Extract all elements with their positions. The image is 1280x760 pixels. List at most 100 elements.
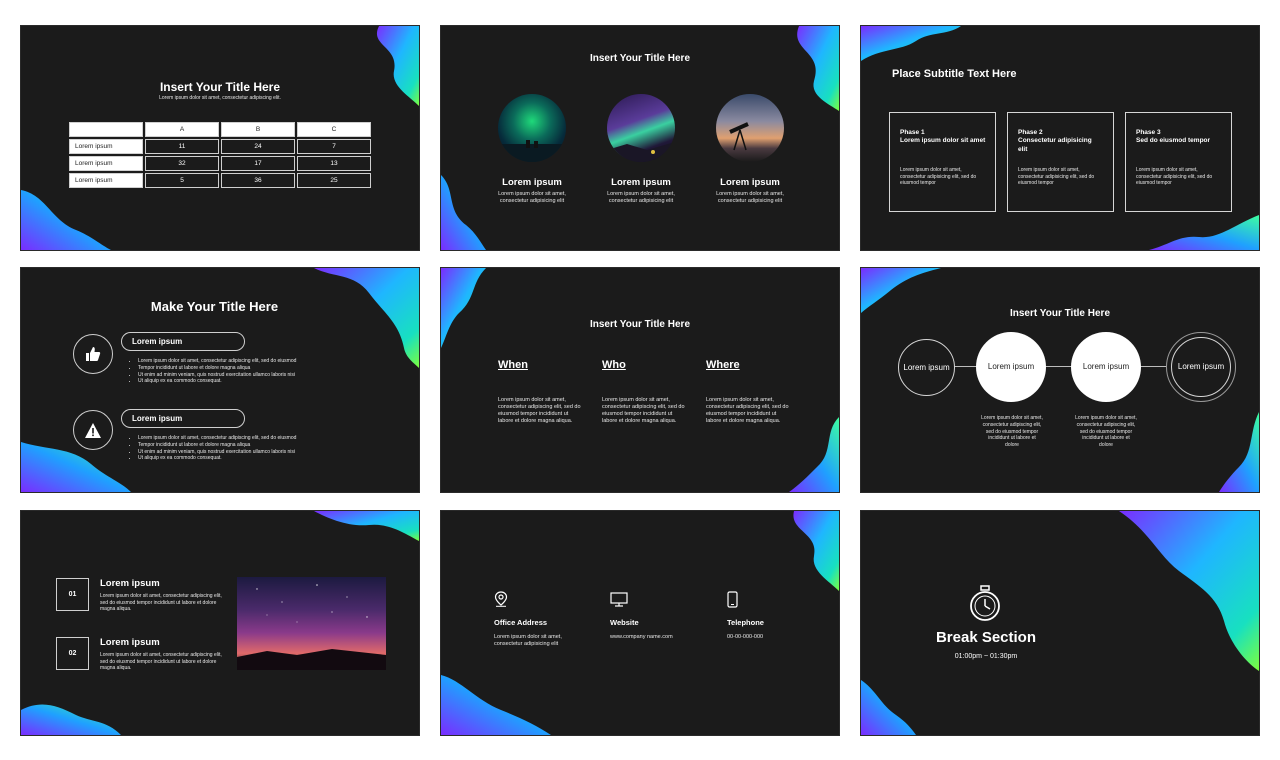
slide-phases[interactable]: Place Subtitle Text Here Phase 1 Lorem i…	[860, 25, 1260, 251]
phase-heading: Consectetur adipisicing elit	[1018, 137, 1092, 153]
table-row: Lorem ipsum 5 36 25	[69, 173, 371, 188]
phase-card	[1007, 112, 1114, 212]
wave-decoration	[861, 26, 961, 61]
slide-break-section[interactable]: Break Section 01:00pm ~ 01:30pm	[860, 510, 1260, 736]
phase-card	[889, 112, 996, 212]
table-cell: 32	[145, 156, 219, 171]
phase-heading: Lorem ipsum dolor sit amet	[900, 137, 986, 144]
card-heading: Lorem ipsum	[611, 177, 671, 188]
card-text: Lorem ipsum dolor sit amet, consectetur …	[716, 191, 784, 204]
wave-decoration	[861, 268, 941, 313]
slide-icon-list[interactable]: Make Your Title Here Lorem ipsum Lorem i…	[20, 267, 420, 493]
item-heading: Lorem ipsum	[100, 637, 160, 648]
slide-title: Insert Your Title Here	[589, 53, 691, 64]
contact-text: Lorem ipsum dolor sit amet, consectetur …	[494, 634, 562, 647]
wave-decoration	[1149, 215, 1259, 250]
slide-subtitle: Lorem ipsum dolor sit amet, consectetur …	[159, 95, 281, 101]
table-row: Lorem ipsum 11 24 7	[69, 139, 371, 154]
table-cell: 11	[145, 139, 219, 154]
slide-title: Insert Your Title Here	[159, 80, 281, 94]
item-label-pill: Lorem ipsum	[121, 332, 245, 351]
wave-decoration	[1119, 511, 1259, 671]
table-header-cell	[69, 122, 143, 137]
wave-decoration	[441, 268, 486, 348]
item-text: Lorem ipsum dolor sit amet, consectetur …	[100, 593, 222, 612]
phase-text: Lorem ipsum dolor sit amet, consectetur …	[1136, 167, 1213, 186]
contact-heading: Telephone	[727, 618, 764, 627]
step-number: 01	[56, 578, 89, 611]
phone-icon	[727, 591, 738, 613]
list-item: Tempor incididunt ut labore et dolore ma…	[138, 442, 338, 449]
phase-label: Phase 3	[1136, 129, 1161, 136]
process-node-inner: Lorem ipsum	[1171, 337, 1231, 397]
phase-label: Phase 2	[1018, 129, 1043, 136]
wave-decoration	[797, 26, 839, 111]
table-header-row: A B C	[69, 122, 371, 137]
process-node: Lorem ipsum	[1071, 332, 1141, 402]
phase-label: Phase 1	[900, 129, 925, 136]
list-item: Tempor incididunt ut labore et dolore ma…	[138, 365, 338, 372]
column-heading: Who	[602, 359, 626, 371]
wave-decoration	[21, 442, 131, 492]
list-item: Lorem ipsum dolor sit amet, consectetur …	[138, 358, 338, 365]
slide-title: Insert Your Title Here	[1009, 308, 1111, 319]
wave-decoration	[314, 268, 419, 368]
phase-text: Lorem ipsum dolor sit amet, consectetur …	[900, 167, 977, 186]
item-label-pill: Lorem ipsum	[121, 409, 245, 428]
slide-title: Insert Your Title Here	[589, 319, 691, 330]
table-header-cell: C	[297, 122, 371, 137]
slide-contact[interactable]: Office Address Lorem ipsum dolor sit ame…	[440, 510, 840, 736]
table-cell: Lorem ipsum	[69, 173, 143, 188]
list-item: Ut aliquip ex ea commodo consequat.	[138, 455, 338, 462]
data-table: A B C Lorem ipsum 11 24 7 Lorem ipsum 32…	[67, 120, 373, 190]
milky-way-photo	[237, 577, 386, 670]
aurora-green-photo	[498, 94, 566, 162]
contact-heading: Office Address	[494, 618, 548, 627]
table-cell: Lorem ipsum	[69, 139, 143, 154]
process-node: Lorem ipsum	[1166, 332, 1236, 402]
table-cell: 25	[297, 173, 371, 188]
wave-decoration	[376, 26, 419, 106]
node-caption: Lorem ipsum dolor sit amet, consectetur …	[981, 415, 1043, 449]
table-header-cell: B	[221, 122, 295, 137]
telescope-sunset-photo	[716, 94, 784, 162]
table-cell: 13	[297, 156, 371, 171]
warning-icon	[73, 410, 113, 450]
wave-decoration	[789, 417, 839, 492]
contact-text: 00-00-000-000	[727, 634, 764, 640]
contact-text[interactable]: www.company name.com	[610, 634, 700, 641]
bullet-list: Lorem ipsum dolor sit amet, consectetur …	[138, 358, 338, 385]
step-number: 02	[56, 637, 89, 670]
thumbs-up-icon	[73, 334, 113, 374]
slide-numbered-image[interactable]: 01 Lorem ipsum Lorem ipsum dolor sit ame…	[20, 510, 420, 736]
phase-text: Lorem ipsum dolor sit amet, consectetur …	[1018, 167, 1095, 186]
table-cell: 5	[145, 173, 219, 188]
column-heading: Where	[706, 359, 740, 371]
process-node: Lorem ipsum	[976, 332, 1046, 402]
bullet-list: Lorem ipsum dolor sit amet, consectetur …	[138, 435, 338, 462]
stopwatch-icon	[968, 585, 1002, 628]
wave-decoration	[441, 675, 551, 735]
column-text: Lorem ipsum dolor sit amet, consectetur …	[706, 397, 789, 424]
aurora-purple-photo	[607, 94, 675, 162]
list-item: Ut aliquip ex ea commodo consequat.	[138, 378, 338, 385]
list-item: Lorem ipsum dolor sit amet, consectetur …	[138, 435, 338, 442]
column-heading: When	[498, 359, 528, 371]
list-item: Ut enim ad minim veniam, quis nostrud ex…	[138, 372, 338, 379]
slide-three-images[interactable]: Insert Your Title Here Lorem ipsum Lorem…	[440, 25, 840, 251]
item-text: Lorem ipsum dolor sit amet, consectetur …	[100, 652, 222, 671]
phase-heading: Sed do eiusmod tempor	[1136, 137, 1211, 144]
slide-when-who-where[interactable]: Insert Your Title Here When Lorem ipsum …	[440, 267, 840, 493]
wave-decoration	[861, 680, 916, 735]
wave-decoration	[1219, 412, 1259, 492]
slide-table[interactable]: Insert Your Title Here Lorem ipsum dolor…	[20, 25, 420, 251]
slide-process-nodes[interactable]: Insert Your Title Here Lorem ipsum Lorem…	[860, 267, 1260, 493]
contact-heading: Website	[610, 618, 639, 627]
wave-decoration	[21, 190, 111, 250]
wave-decoration	[21, 704, 121, 735]
wave-decoration	[314, 511, 419, 541]
card-heading: Lorem ipsum	[502, 177, 562, 188]
table-header-cell: A	[145, 122, 219, 137]
slide-title: Place Subtitle Text Here	[892, 68, 1017, 80]
phase-card	[1125, 112, 1232, 212]
